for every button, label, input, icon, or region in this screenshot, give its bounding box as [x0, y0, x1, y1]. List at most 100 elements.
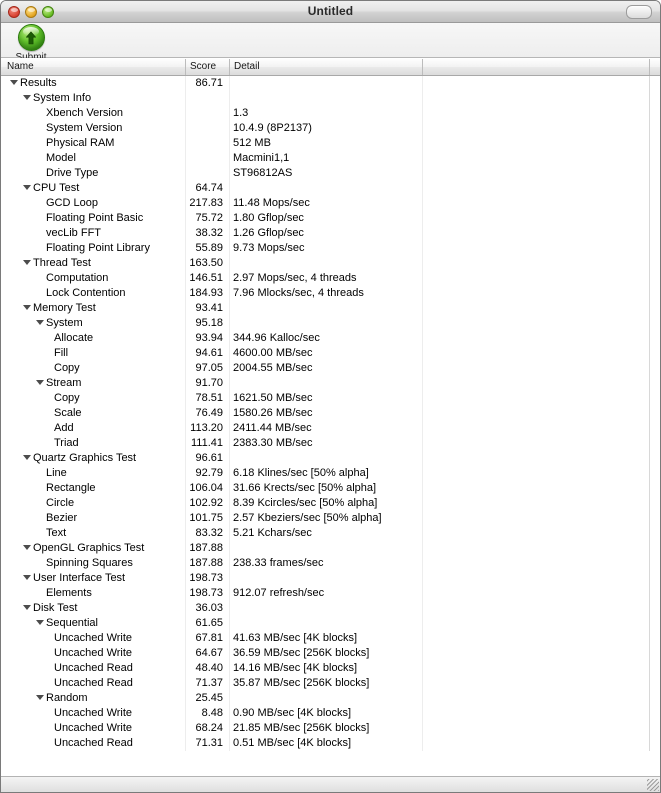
disclosure-triangle-icon[interactable] — [10, 80, 18, 85]
table-row[interactable]: Circle 102.92 8.39 Kcircles/sec [50% alpha… — [1, 496, 660, 511]
row-name: Elements — [46, 587, 92, 599]
row-detail: ST96812AS — [233, 167, 293, 179]
disclosure-triangle-icon[interactable] — [23, 305, 31, 310]
table-row[interactable]: Memory Test 93.41 — [1, 301, 660, 316]
row-detail: 11.48 Mops/sec — [233, 197, 310, 209]
table-row[interactable]: Xbench Version 1.3 — [1, 106, 660, 121]
disclosure-triangle-icon[interactable] — [23, 455, 31, 460]
disclosure-triangle-icon[interactable] — [23, 575, 31, 580]
table-row[interactable]: Uncached Write 68.24 21.85 MB/sec [256K bl… — [1, 721, 660, 736]
table-row[interactable]: Physical RAM 512 MB — [1, 136, 660, 151]
window-bottom-bar — [1, 776, 660, 792]
close-button[interactable] — [8, 5, 20, 18]
disclosure-triangle-icon[interactable] — [23, 545, 31, 550]
row-score: 71.31 — [195, 737, 223, 749]
row-detail: 9.73 Mops/sec — [233, 242, 305, 254]
row-score: 187.88 — [189, 557, 223, 569]
table-row[interactable]: Drive Type ST96812AS — [1, 166, 660, 181]
row-detail: 912.07 refresh/sec — [233, 587, 325, 599]
table-row[interactable]: Disk Test 36.03 — [1, 601, 660, 616]
window-titlebar[interactable]: Untitled — [1, 1, 660, 23]
table-row[interactable]: System Version 10.4.9 (8P2137) — [1, 121, 660, 136]
row-name: Memory Test — [33, 302, 96, 314]
table-row[interactable]: Quartz Graphics Test 96.61 — [1, 451, 660, 466]
table-row[interactable]: Triad 111.41 2383.30 MB/sec — [1, 436, 660, 451]
table-row[interactable]: Fill 94.61 4600.00 MB/sec — [1, 346, 660, 361]
table-row[interactable]: Uncached Write 64.67 36.59 MB/sec [256K bl… — [1, 646, 660, 661]
column-divider-name-score[interactable] — [185, 59, 186, 75]
table-row[interactable]: GCD Loop 217.83 11.48 Mops/sec — [1, 196, 660, 211]
table-row[interactable]: CPU Test 64.74 — [1, 181, 660, 196]
table-row[interactable]: Bezier 101.75 2.57 Kbeziers/sec [50% alpha… — [1, 511, 660, 526]
table-row[interactable]: System 95.18 — [1, 316, 660, 331]
table-row[interactable]: Scale 76.49 1580.26 MB/sec — [1, 406, 660, 421]
table-row[interactable]: Add 113.20 2411.44 MB/sec — [1, 421, 660, 436]
table-row[interactable]: Spinning Squares 187.88 238.33 frames/sec — [1, 556, 660, 571]
table-row[interactable]: OpenGL Graphics Test 187.88 — [1, 541, 660, 556]
disclosure-triangle-icon[interactable] — [36, 695, 44, 700]
disclosure-triangle-icon[interactable] — [36, 380, 44, 385]
zoom-button[interactable] — [42, 5, 54, 18]
table-row[interactable]: Copy 78.51 1621.50 MB/sec — [1, 391, 660, 406]
row-score: 64.67 — [195, 647, 223, 659]
table-row[interactable]: Uncached Read 71.37 35.87 MB/sec [256K blo… — [1, 676, 660, 691]
row-name: Model — [46, 152, 76, 164]
column-divider-detail-end[interactable] — [422, 59, 423, 75]
row-name: Uncached Write — [54, 707, 133, 719]
table-row[interactable]: Floating Point Basic 75.72 1.80 Gflop/sec — [1, 211, 660, 226]
row-name: Computation — [46, 272, 109, 284]
disclosure-triangle-icon[interactable] — [23, 605, 31, 610]
row-detail: 238.33 frames/sec — [233, 557, 324, 569]
column-header-name[interactable]: Name — [7, 59, 34, 75]
table-row[interactable]: Uncached Read 48.40 14.16 MB/sec [4K block… — [1, 661, 660, 676]
row-detail: 0.90 MB/sec [4K blocks] — [233, 707, 351, 719]
row-name: Bezier — [46, 512, 78, 524]
table-row[interactable]: Uncached Write 67.81 41.63 MB/sec [4K bloc… — [1, 631, 660, 646]
column-divider-score-detail[interactable] — [229, 59, 230, 75]
table-row[interactable]: User Interface Test 198.73 — [1, 571, 660, 586]
table-row[interactable]: Elements 198.73 912.07 refresh/sec — [1, 586, 660, 601]
row-detail: 2.97 Mops/sec, 4 threads — [233, 272, 357, 284]
table-row[interactable]: Thread Test 163.50 — [1, 256, 660, 271]
column-header-detail[interactable]: Detail — [234, 59, 260, 75]
table-row[interactable]: Uncached Read 71.31 0.51 MB/sec [4K blocks… — [1, 736, 660, 751]
row-name: Quartz Graphics Test — [33, 452, 137, 464]
column-header-score[interactable]: Score — [190, 59, 216, 75]
row-score: 95.18 — [195, 317, 223, 329]
table-row[interactable]: System Info — [1, 91, 660, 106]
table-row[interactable]: Copy 97.05 2004.55 MB/sec — [1, 361, 660, 376]
table-row[interactable]: Sequential 61.65 — [1, 616, 660, 631]
table-row[interactable]: Results 86.71 — [1, 76, 660, 91]
resize-grip-icon[interactable] — [647, 779, 659, 791]
disclosure-triangle-icon[interactable] — [23, 260, 31, 265]
row-name: vecLib FFT — [46, 227, 102, 239]
disclosure-triangle-icon[interactable] — [23, 185, 31, 190]
table-row[interactable]: vecLib FFT 38.32 1.26 Gflop/sec — [1, 226, 660, 241]
table-row[interactable]: Allocate 93.94 344.96 Kalloc/sec — [1, 331, 660, 346]
results-outline-list[interactable]: Results 86.71 System Info Xbench Version 1.3… — [1, 76, 660, 751]
row-detail: 1.3 — [233, 107, 249, 119]
row-name: Uncached Read — [54, 662, 133, 674]
disclosure-triangle-icon[interactable] — [23, 95, 31, 100]
row-detail: Macmini1,1 — [233, 152, 290, 164]
row-name: Drive Type — [46, 167, 99, 179]
row-name: Rectangle — [46, 482, 96, 494]
toolbar-toggle-button[interactable] — [626, 5, 652, 19]
upload-arrow-icon — [17, 24, 45, 51]
disclosure-triangle-icon[interactable] — [36, 620, 44, 625]
table-row[interactable]: Model Macmini1,1 — [1, 151, 660, 166]
table-row[interactable]: Rectangle 106.04 31.66 Krects/sec [50% alp… — [1, 481, 660, 496]
table-row[interactable]: Lock Contention 184.93 7.96 Mlocks/sec, 4 … — [1, 286, 660, 301]
row-score: 78.51 — [195, 392, 223, 404]
minimize-button[interactable] — [25, 5, 37, 18]
table-row[interactable]: Random 25.45 — [1, 691, 660, 706]
submit-button[interactable]: Submit — [7, 23, 55, 63]
table-row[interactable]: Computation 146.51 2.97 Mops/sec, 4 thread… — [1, 271, 660, 286]
table-row[interactable]: Floating Point Library 55.89 9.73 Mops/sec — [1, 241, 660, 256]
table-row[interactable]: Text 83.32 5.21 Kchars/sec — [1, 526, 660, 541]
table-row[interactable]: Uncached Write 8.48 0.90 MB/sec [4K blocks… — [1, 706, 660, 721]
row-score: 75.72 — [195, 212, 223, 224]
table-row[interactable]: Stream 91.70 — [1, 376, 660, 391]
disclosure-triangle-icon[interactable] — [36, 320, 44, 325]
table-row[interactable]: Line 92.79 6.18 Klines/sec [50% alpha] — [1, 466, 660, 481]
